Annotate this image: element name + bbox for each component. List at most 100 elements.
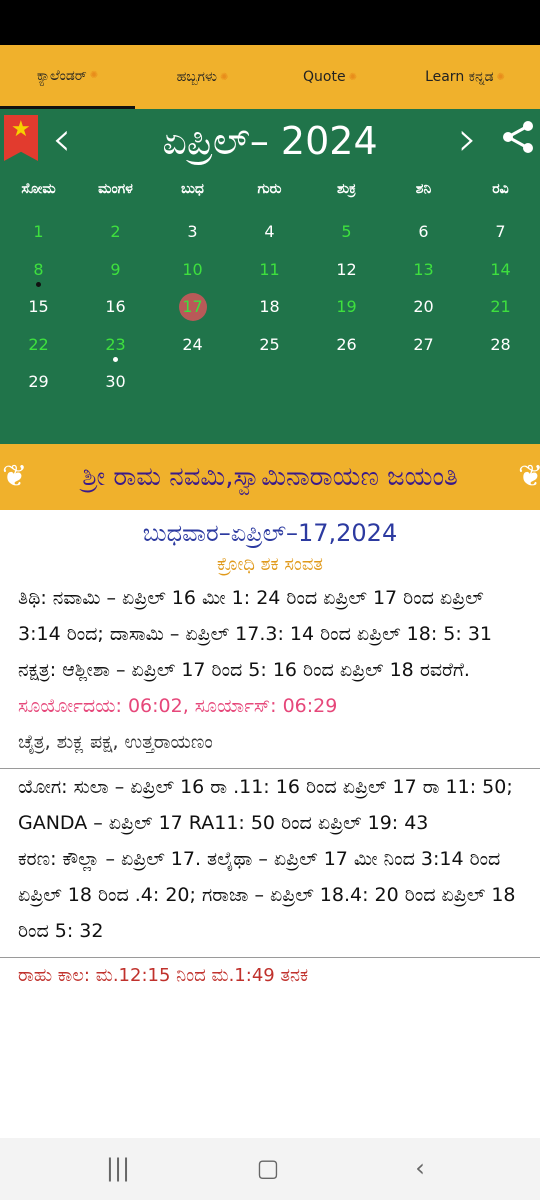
day-number: 8 [33, 259, 44, 279]
recent-apps-button[interactable]: ||| [98, 1154, 138, 1184]
day-details: ಬುಧವಾರ–ಏಪ್ರಿಲ್–17,2024 ಕ್ರೋಧಿ ಶಕ ಸಂವತ ತಿ… [0, 512, 540, 994]
weekday-label: ಬುಧ [181, 181, 204, 197]
day-cell[interactable]: 9 [77, 252, 154, 288]
day-number: 3 [187, 222, 198, 241]
sparkle-icon: ✺ [220, 71, 229, 83]
day-cell[interactable]: 30 [77, 364, 154, 400]
day-number: 26 [336, 334, 357, 354]
status-bar [0, 0, 540, 45]
tab-calendar[interactable]: ಕ್ಯಾಲೆಂಡರ್ ✺ [0, 45, 135, 109]
tab-festivals-label: ಹಬ್ಬಗಳು [176, 69, 217, 85]
event-dot [36, 281, 41, 287]
day-cell[interactable]: 16 [77, 289, 154, 325]
day-number: 18 [259, 297, 280, 316]
next-month-button[interactable]: › [458, 115, 477, 163]
day-cell[interactable]: 10 [154, 252, 231, 288]
day-cell[interactable]: 15 [0, 289, 77, 325]
tab-quote-label: Quote [303, 69, 346, 85]
tab-learn-kannada[interactable]: Learn ಕನ್ನಡ ✺ [390, 45, 540, 109]
home-button[interactable]: ▢ [248, 1154, 288, 1184]
day-cell[interactable]: 20 [385, 289, 462, 325]
day-cell[interactable]: 27 [385, 327, 462, 363]
weekday-label: ರವಿ [492, 181, 509, 197]
selected-date: ಬುಧವಾರ–ಏಪ್ರಿಲ್–17,2024 [142, 519, 398, 547]
day-number: 5 [341, 222, 352, 241]
star-icon: ★ [11, 117, 31, 142]
day-number: 9 [110, 259, 121, 279]
sparkle-icon: ✺ [89, 70, 99, 81]
day-cell[interactable]: 1 [0, 214, 77, 250]
ornament-icon: ❦ [518, 459, 540, 494]
day-number: 7 [495, 222, 506, 241]
weekday-header: ಸೋಮ ಮಂಗಳ ಬುಧ ಗುರು ಶುಕ್ರ ಶನಿ ರವಿ [0, 181, 540, 211]
day-cell[interactable]: 18 [231, 289, 308, 325]
karana-text: ಕರಣ: ಕೌಲ್ಲಾ – ಏಪ್ರಿಲ್ 17. ತಲೈಥಾ – ಏಪ್ರಿಲ… [18, 848, 516, 942]
day-cell[interactable]: 25 [231, 327, 308, 363]
day-cell[interactable]: 12 [308, 252, 385, 288]
bookmark-icon[interactable]: ★ [4, 115, 38, 161]
rahu-kala-text: ರಾಹು ಕಾಲ: ಮ.12:15 ನಿಂದ ಮ.1:49 ತನಕ [18, 965, 309, 986]
sparkle-icon: ✺ [348, 71, 357, 83]
weekday-label: ಗುರು [257, 181, 282, 197]
sparkle-icon: ✺ [496, 71, 505, 83]
weekday-label: ಸೋಮ [21, 181, 56, 197]
share-icon[interactable] [500, 119, 536, 155]
masa-text: ಚೈತ್ರ, ಶುಕ್ಲ ಪಕ್ಷ, ಉತ್ತರಾಯಣಂ [18, 731, 213, 753]
day-number: 28 [490, 334, 511, 354]
day-number: 24 [182, 334, 203, 354]
day-cell[interactable]: 24 [154, 327, 231, 363]
day-cell[interactable]: 2 [77, 214, 154, 250]
day-cell[interactable]: 26 [308, 327, 385, 363]
day-cell[interactable]: 19 [308, 289, 385, 325]
day-cell[interactable]: 7 [462, 214, 539, 250]
day-cell[interactable]: 3 [154, 214, 231, 250]
day-number: 23 [105, 334, 126, 354]
day-cell[interactable]: 28 [462, 327, 539, 363]
month-title: ಏಪ್ರಿಲ್– 2024 [162, 119, 378, 163]
day-cell[interactable]: 22 [0, 327, 77, 363]
weekday-label: ಶುಕ್ರ [336, 181, 356, 197]
festival-name: ಶ್ರೀ ರಾಮ ನವಮಿ,ಸ್ವಾಮಿನಾರಾಯಣ ಜಯಂತಿ [82, 461, 458, 492]
back-button[interactable]: ‹ [400, 1154, 440, 1184]
day-number: 25 [259, 334, 280, 354]
tab-bar: ಕ್ಯಾಲೆಂಡರ್ ✺ ಹಬ್ಬಗಳು ✺ Quote ✺ Learn ಕನ್… [0, 45, 540, 109]
weekday-label: ಶನಿ [415, 181, 432, 197]
day-cell[interactable]: 13 [385, 252, 462, 288]
tab-quote[interactable]: Quote ✺ [270, 45, 390, 109]
day-number: 13 [413, 259, 434, 279]
day-number: 22 [28, 334, 49, 354]
day-cell[interactable]: 4 [231, 214, 308, 250]
event-dot [113, 356, 118, 362]
festival-banner: ❦ ಶ್ರೀ ರಾಮ ನವಮಿ,ಸ್ವಾಮಿನಾರಾಯಣ ಜಯಂತಿ ❦ [0, 444, 540, 510]
day-number: 14 [490, 259, 511, 279]
day-cell[interactable]: 23 [77, 327, 154, 363]
day-cell[interactable]: 8 [0, 252, 77, 288]
yoga-text: ಯೋಗ: ಸುಲಾ – ಏಪ್ರಿಲ್ 16 ರಾ .11: 16 ರಿಂದ ಏ… [18, 776, 513, 834]
day-number: 6 [418, 222, 429, 241]
tithi-text: ತಿಥಿ: ನವಾಮಿ – ಏಪ್ರಿಲ್ 16 ಮೀ 1: 24 ರಿಂದ ಏ… [18, 587, 492, 645]
day-number: 11 [259, 259, 280, 279]
day-number: 16 [105, 297, 126, 316]
day-number: 12 [336, 259, 357, 279]
day-number: 4 [264, 222, 275, 241]
tab-festivals[interactable]: ಹಬ್ಬಗಳು ✺ [135, 45, 270, 109]
day-cell-today[interactable]: 17 [154, 289, 231, 325]
day-number: 17 [178, 293, 207, 321]
day-cell[interactable]: 21 [462, 289, 539, 325]
day-number: 30 [105, 372, 126, 391]
tab-calendar-label: ಕ್ಯಾಲೆಂಡರ್ [36, 67, 87, 84]
day-cell[interactable]: 14 [462, 252, 539, 288]
day-cell[interactable]: 11 [231, 252, 308, 288]
nakshatra-text: ನಕ್ಷತ್ರ: ಆಶ್ಲೀಶಾ – ಏಪ್ರಿಲ್ 17 ರಿಂದ 5: 16… [18, 659, 470, 681]
ornament-icon: ❦ [2, 459, 28, 494]
day-number: 29 [28, 372, 49, 391]
day-number: 19 [336, 297, 357, 316]
day-number: 27 [413, 334, 434, 354]
prev-month-button[interactable]: ‹ [52, 115, 71, 163]
day-cell[interactable]: 6 [385, 214, 462, 250]
day-cell[interactable]: 5 [308, 214, 385, 250]
day-number: 2 [110, 222, 121, 241]
day-number: 21 [490, 297, 511, 316]
weekday-label: ಮಂಗಳ [98, 181, 133, 197]
day-cell[interactable]: 29 [0, 364, 77, 400]
